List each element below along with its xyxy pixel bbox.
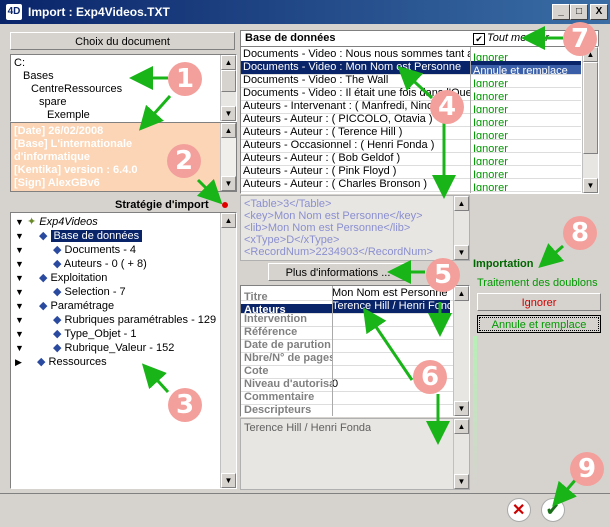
- annotation-badge-9: 9: [570, 452, 604, 486]
- arrow-9: [552, 477, 579, 507]
- arrow-2: [196, 178, 223, 205]
- annotation-badge-6: 6: [413, 360, 447, 394]
- arrow-4a: [397, 65, 434, 100]
- annotation-badge-1: 1: [168, 62, 202, 96]
- annotation-badge-7: 7: [563, 22, 597, 56]
- annotation-badge-2: 2: [167, 144, 201, 178]
- arrow-1b: [139, 95, 172, 131]
- annotation-badge-4: 4: [430, 90, 464, 124]
- arrow-3: [141, 363, 170, 394]
- annotation-badge-8: 8: [563, 216, 597, 250]
- annotation-arrows: [129, 26, 579, 507]
- arrow-8: [538, 243, 565, 268]
- arrow-6a: [362, 307, 414, 381]
- annotation-badge-3: 3: [168, 388, 202, 422]
- annotation-badge-5: 5: [426, 258, 460, 292]
